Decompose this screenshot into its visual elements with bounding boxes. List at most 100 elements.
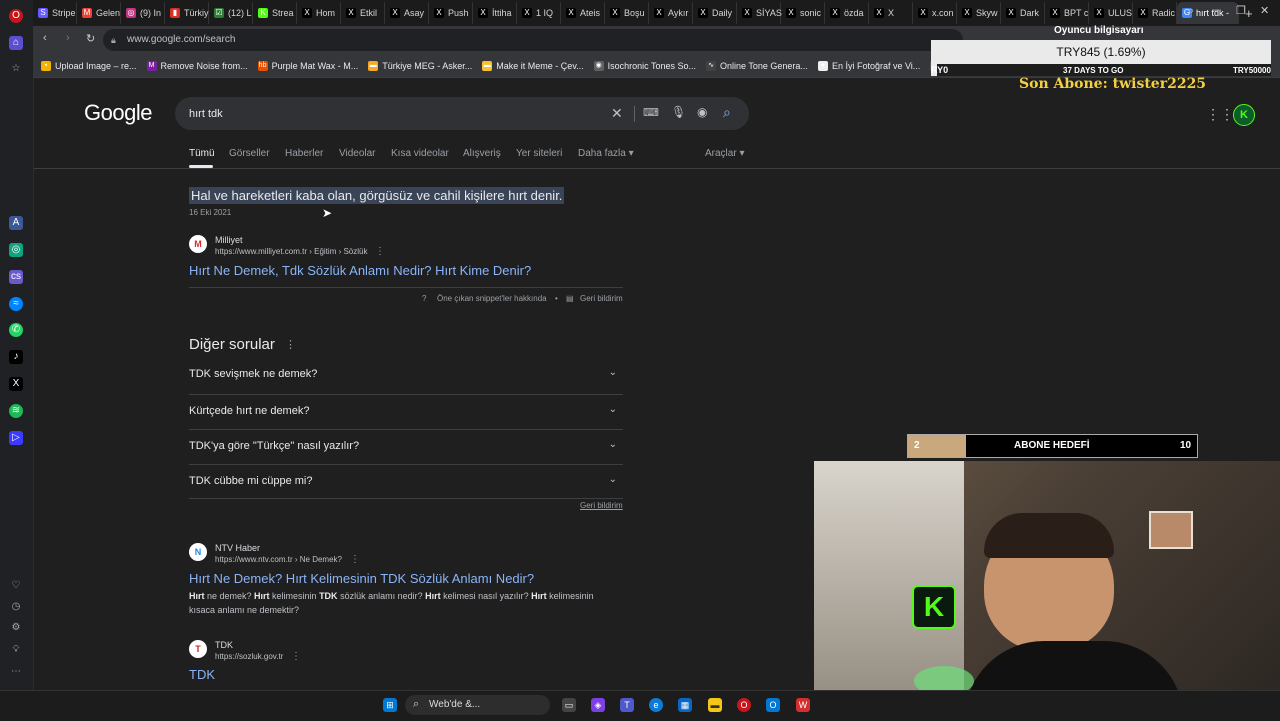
chatgpt-icon[interactable]: ◎ bbox=[9, 243, 23, 257]
copilot-icon[interactable]: ◈ bbox=[591, 698, 605, 712]
result-title[interactable]: TDK bbox=[189, 667, 215, 682]
tab-images[interactable]: Görseller bbox=[229, 148, 270, 159]
browser-tab[interactable]: X ULUS bbox=[1089, 2, 1133, 24]
browser-tab[interactable]: ▮ Türkiy bbox=[165, 2, 209, 24]
keyboard-icon[interactable]: ⌨ bbox=[643, 106, 659, 119]
maximize-icon[interactable]: ❐ bbox=[1236, 4, 1246, 17]
browser-tab[interactable]: S Stripe bbox=[33, 2, 77, 24]
tab-shopping[interactable]: Alışveriş bbox=[463, 148, 501, 159]
paa-feedback-link[interactable]: Geri bildirim bbox=[580, 501, 623, 510]
browser-tab[interactable]: X SİYAS bbox=[737, 2, 782, 24]
browser-tab[interactable]: X Hom bbox=[297, 2, 341, 24]
tiktok-icon[interactable]: ♪ bbox=[9, 350, 23, 364]
aria-icon[interactable]: A bbox=[9, 216, 23, 230]
messenger-icon[interactable]: ≈ bbox=[9, 297, 23, 311]
home-icon[interactable]: ⌂ bbox=[9, 36, 23, 50]
paa-question-row[interactable]: Kürtçede hırt ne demek? ⌄ bbox=[189, 394, 623, 430]
result-title[interactable]: Hırt Ne Demek? Hırt Kelimesinin TDK Sözl… bbox=[189, 571, 534, 586]
browser-tab[interactable]: X 1 IQ bbox=[517, 2, 561, 24]
teams-icon[interactable]: T bbox=[620, 698, 634, 712]
whatsapp-icon[interactable]: ✆ bbox=[9, 323, 23, 337]
app-cs-icon[interactable]: cs bbox=[9, 270, 23, 284]
close-window-icon[interactable]: ✕ bbox=[1260, 4, 1269, 17]
task-view-icon[interactable]: ▭ bbox=[562, 698, 576, 712]
browser-tab[interactable]: ☑ (12) L bbox=[209, 2, 253, 24]
reload-icon[interactable]: ↻ bbox=[86, 32, 95, 45]
browser-tab[interactable]: X Dark bbox=[1001, 2, 1045, 24]
bookmark-item[interactable]: ▬ Make it Meme - Çev... bbox=[482, 60, 584, 71]
tab-sites[interactable]: Yer siteleri bbox=[516, 148, 562, 159]
browser-tab[interactable]: X Aykır bbox=[649, 2, 693, 24]
back-icon[interactable]: ‹ bbox=[43, 32, 47, 44]
heart-icon[interactable]: ♡ bbox=[9, 579, 23, 593]
browser-tab[interactable]: X Radic bbox=[1133, 2, 1177, 24]
paa-question-row[interactable]: TDK cübbe mi cüppe mi? ⌄ bbox=[189, 464, 623, 500]
browser-tab[interactable]: M Gelen bbox=[77, 2, 121, 24]
history-icon[interactable]: ◷ bbox=[9, 600, 23, 614]
result-url[interactable]: https://sozluk.gov.tr bbox=[215, 652, 283, 661]
browser-tab[interactable]: X Daily bbox=[693, 2, 737, 24]
featured-snippet-text[interactable]: Hal ve hareketleri kaba olan, görgüsüz v… bbox=[189, 187, 565, 204]
taskbar-search[interactable]: ⌕ Web'de &... bbox=[405, 695, 550, 715]
windows-start-icon[interactable]: ⊞ bbox=[383, 698, 397, 712]
browser-tab[interactable]: Xsonic bbox=[781, 2, 825, 24]
search-query[interactable]: hırt tdk bbox=[189, 108, 223, 120]
browser-tab[interactable]: X Skyw bbox=[957, 2, 1001, 24]
bookmark-item[interactable]: ▬ Türkiye MEG - Asker... bbox=[368, 60, 472, 71]
opera-logo-icon[interactable]: O bbox=[9, 9, 23, 23]
google-lens-icon[interactable]: ◉ bbox=[697, 105, 707, 119]
tab-all[interactable]: Tümü bbox=[189, 148, 215, 159]
tab-short-videos[interactable]: Kısa videolar bbox=[391, 148, 449, 159]
bookmark-item[interactable]: M Remove Noise from... bbox=[146, 60, 248, 71]
spotify-icon[interactable]: ≋ bbox=[9, 404, 23, 418]
bookmark-item[interactable]: hb Purple Mat Wax - M... bbox=[257, 60, 358, 71]
search-tabs-icon[interactable]: ⌕ bbox=[1188, 5, 1194, 18]
player-icon[interactable]: ▷ bbox=[9, 431, 23, 445]
file-explorer-icon[interactable]: ▬ bbox=[708, 698, 722, 712]
paa-question-row[interactable]: TDK sevişmek ne demek? ⌄ bbox=[189, 358, 623, 393]
tab-more[interactable]: Daha fazla ▾ bbox=[578, 148, 634, 159]
browser-tab[interactable]: Xx.con bbox=[913, 2, 957, 24]
google-logo[interactable]: Google bbox=[84, 100, 152, 126]
lightbulb-icon[interactable]: 💡︎ bbox=[9, 643, 23, 657]
tab-news[interactable]: Haberler bbox=[285, 148, 323, 159]
bookmark-item[interactable]: ● En İyi Fotoğraf ve Vi... bbox=[817, 60, 920, 71]
more-options-icon[interactable]: ⋮ bbox=[375, 246, 385, 257]
more-dots-icon[interactable]: ⋯ bbox=[9, 665, 23, 679]
about-snippets-link[interactable]: Öne çıkan snippet'ler hakkında bbox=[437, 294, 547, 303]
paa-question-row[interactable]: TDK'ya göre "Türkçe" nasıl yazılır? ⌄ bbox=[189, 429, 623, 465]
browser-tab[interactable]: XX bbox=[869, 2, 913, 24]
featured-url[interactable]: https://www.milliyet.com.tr › Eğitim › S… bbox=[215, 247, 367, 256]
paa-more-icon[interactable]: ⋮ bbox=[285, 338, 296, 351]
bookmark-item[interactable]: ◉ Isochronic Tones So... bbox=[593, 60, 696, 71]
tab-videos[interactable]: Videolar bbox=[339, 148, 376, 159]
minimize-icon[interactable]: – bbox=[1212, 4, 1218, 16]
browser-tab[interactable]: K Strea bbox=[253, 2, 297, 24]
browser-tab[interactable]: X Asay bbox=[385, 2, 429, 24]
featured-result-title[interactable]: Hırt Ne Demek, Tdk Sözlük Anlamı Nedir? … bbox=[189, 263, 531, 278]
x-icon[interactable]: X bbox=[9, 377, 23, 391]
store-icon[interactable]: ▦ bbox=[678, 698, 692, 712]
browser-tab[interactable]: X BPT c bbox=[1045, 2, 1089, 24]
wps-icon[interactable]: W bbox=[796, 698, 810, 712]
edge-icon[interactable]: e bbox=[649, 698, 663, 712]
browser-tab[interactable]: X Push bbox=[429, 2, 473, 24]
bookmark-star-icon[interactable]: ☆ bbox=[9, 62, 23, 76]
address-bar[interactable]: 🔒︎ www.google.com/search bbox=[103, 29, 963, 51]
outlook-icon[interactable]: O bbox=[766, 698, 780, 712]
microphone-icon[interactable]: 🎙︎ bbox=[671, 105, 686, 119]
apps-grid-icon[interactable]: ⋮⋮ bbox=[1206, 106, 1234, 123]
more-options-icon[interactable]: ⋮ bbox=[291, 651, 301, 662]
browser-tab[interactable]: X Ateis bbox=[561, 2, 605, 24]
account-avatar[interactable]: K bbox=[1233, 104, 1255, 126]
bookmark-item[interactable]: ▪ Upload Image – re... bbox=[41, 60, 137, 71]
browser-tab[interactable]: X Etkil bbox=[341, 2, 385, 24]
result-site-name[interactable]: TDK bbox=[215, 640, 233, 650]
tab-tools[interactable]: Araçlar ▾ bbox=[705, 148, 745, 159]
search-submit-icon[interactable]: ⌕ bbox=[723, 104, 731, 121]
settings-gear-icon[interactable]: ⚙ bbox=[9, 621, 23, 635]
browser-tab[interactable]: Xözda bbox=[825, 2, 869, 24]
bookmark-item[interactable]: ∿ Online Tone Genera... bbox=[706, 60, 808, 71]
feedback-link[interactable]: Geri bildirim bbox=[580, 294, 623, 303]
result-url[interactable]: https://www.ntv.com.tr › Ne Demek? bbox=[215, 555, 342, 564]
